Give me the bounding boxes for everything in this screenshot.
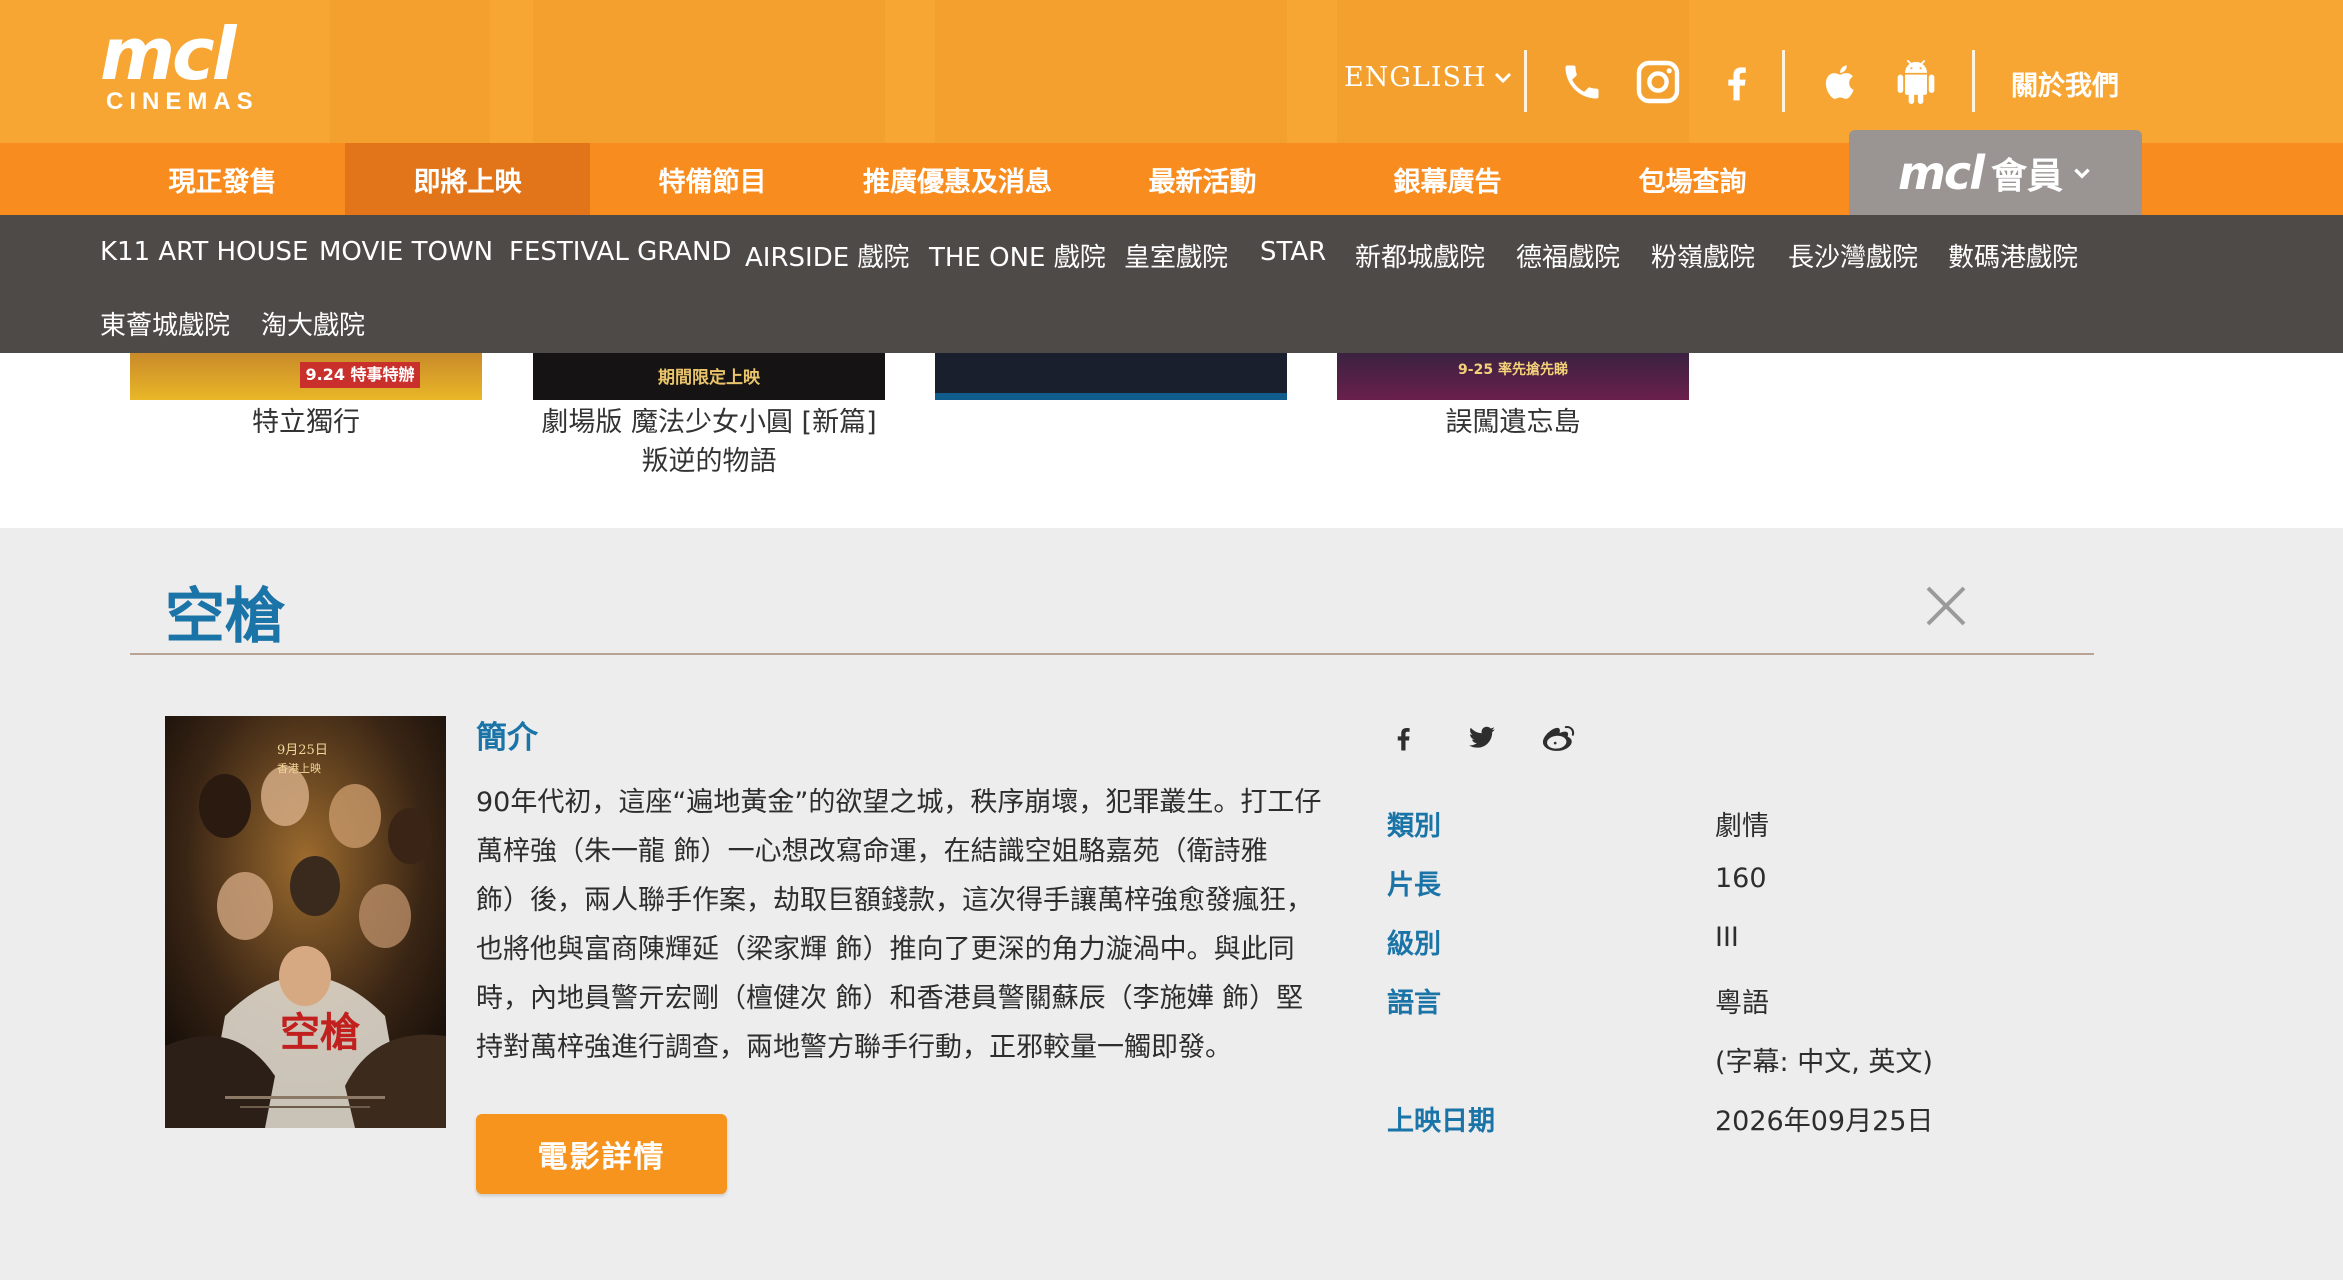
header-backdrop xyxy=(935,0,1287,143)
member-label: 會員 xyxy=(1990,155,2063,197)
member-menu-button[interactable]: mcl 會員 xyxy=(1849,130,2142,215)
rating-value: III xyxy=(1715,922,1739,953)
close-icon[interactable] xyxy=(1922,582,1970,630)
poster-place: 香港上映 xyxy=(277,762,321,775)
cinema-link[interactable]: 粉嶺戲院 xyxy=(1651,237,1755,274)
header-backdrop xyxy=(533,0,885,143)
nav-item-events[interactable]: 最新活動 xyxy=(1080,143,1325,215)
cinema-link[interactable]: THE ONE 戲院 xyxy=(929,237,1106,274)
facebook-icon[interactable] xyxy=(1712,58,1760,106)
poster-tag: 9-25 率先搶先睇 xyxy=(1458,362,1568,378)
nav-item-screen-ads[interactable]: 銀幕廣告 xyxy=(1325,143,1570,215)
synopsis-line: 也將他與富商陳輝延（梁家輝 飾）推向了更深的角力漩渦中。與此同 xyxy=(476,934,1295,965)
poster-date: 9月25日 xyxy=(277,743,328,758)
release-date-label: 上映日期 xyxy=(1387,1106,1495,1137)
synopsis-line: 90年代初，這座“遍地黃金”的欲望之城，秩序崩壞，犯罪叢生。打工仔 xyxy=(476,787,1322,818)
movie-title-link[interactable]: 特立獨行 xyxy=(130,403,482,443)
cinema-link[interactable]: 淘大戲院 xyxy=(261,305,365,342)
nav-item-now-selling[interactable]: 現正發售 xyxy=(100,143,345,215)
movie-poster[interactable]: 期間限定上映 xyxy=(533,353,885,400)
movie-title-link[interactable]: 叛逆的物語 xyxy=(508,442,910,482)
facebook-icon[interactable] xyxy=(1383,718,1423,758)
subtitles-value: (字幕: 中文, 英文) xyxy=(1715,1047,1933,1078)
cinema-list-bar: K11 ART HOUSE MOVIE TOWN FESTIVAL GRAND … xyxy=(0,215,2343,353)
nav-item-special-programs[interactable]: 特備節目 xyxy=(590,143,835,215)
twitter-icon[interactable] xyxy=(1462,718,1502,758)
android-icon[interactable] xyxy=(1892,58,1940,106)
genre-value: 劇情 xyxy=(1715,811,1769,842)
member-logo: mcl xyxy=(1898,145,1985,200)
nav-item-promotions[interactable]: 推廣優惠及消息 xyxy=(835,143,1080,215)
header-divider xyxy=(1524,50,1527,112)
movie-title-link[interactable]: 誤闖遺忘島 xyxy=(1337,403,1689,443)
cinema-link[interactable]: 數碼港戲院 xyxy=(1948,237,2078,274)
header-backdrop xyxy=(330,0,490,143)
synopsis-line: 飾）後，兩人聯手作案，劫取巨額錢款，這次得手讓萬梓強愈發瘋狂， xyxy=(476,885,1313,916)
cinema-link[interactable]: 長沙灣戲院 xyxy=(1788,237,1918,274)
duration-value: 160 xyxy=(1715,863,1767,894)
header-divider xyxy=(1972,50,1975,112)
title-divider xyxy=(130,653,2094,655)
about-us-link[interactable]: 關於我們 xyxy=(2011,64,2119,103)
genre-label: 類別 xyxy=(1387,811,1441,842)
synopsis-line: 萬梓強（朱一龍 飾）一心想改寫命運，在結識空姐駱嘉苑（衛詩雅 xyxy=(476,836,1268,867)
chevron-down-icon xyxy=(1494,72,1511,83)
duration-label: 片長 xyxy=(1387,870,1441,901)
logo-subtitle: CINEMAS xyxy=(106,88,259,115)
cinema-link[interactable]: 新都城戲院 xyxy=(1355,237,1485,274)
movie-detail-panel: 空槍 空槍 9月25日 香港上映 簡介 90年代初，這座“遍地黃金”的欲望之城，… xyxy=(0,528,2343,1280)
cinema-link[interactable]: 皇室戲院 xyxy=(1124,237,1228,274)
synopsis-line: 時，內地員警亓宏剛（檀健次 飾）和香港員警關蘇辰（李施嬅 飾）堅 xyxy=(476,983,1304,1014)
cinema-link[interactable]: 東薈城戲院 xyxy=(100,305,230,342)
cinema-link[interactable]: AIRSIDE 戲院 xyxy=(745,237,909,274)
apple-icon[interactable] xyxy=(1816,58,1864,106)
cinema-link[interactable]: FESTIVAL GRAND xyxy=(509,237,732,267)
weibo-icon[interactable] xyxy=(1540,718,1580,758)
cinema-link[interactable]: STAR xyxy=(1260,237,1326,267)
coming-soon-strip: 9.24 特事特辦 期間限定上映 9-25 率先搶先睇 特立獨行 劇場版 魔法少… xyxy=(0,353,2343,528)
header-divider xyxy=(1782,50,1785,112)
cinema-link[interactable]: MOVIE TOWN xyxy=(319,237,493,267)
poster-artwork: 空槍 9月25日 香港上映 xyxy=(165,716,446,1128)
rating-label: 級別 xyxy=(1387,929,1441,960)
synopsis-text: 90年代初，這座“遍地黃金”的欲望之城，秩序崩壞，犯罪叢生。打工仔 萬梓強（朱一… xyxy=(476,778,1334,1072)
nav-item-coming-soon[interactable]: 即將上映 xyxy=(345,143,590,215)
synopsis-heading: 簡介 xyxy=(476,720,538,756)
language-label: 語言 xyxy=(1387,988,1441,1019)
cinema-link[interactable]: 德福戲院 xyxy=(1516,237,1620,274)
phone-icon[interactable] xyxy=(1558,58,1606,106)
movie-title: 空槍 xyxy=(165,582,285,652)
instagram-icon[interactable] xyxy=(1634,58,1682,106)
mcl-logo[interactable]: mcl CINEMAS xyxy=(100,12,259,116)
logo-mark: mcl xyxy=(100,12,236,96)
movie-poster[interactable]: 9-25 率先搶先睇 xyxy=(1337,353,1689,400)
language-switch[interactable]: ENGLISH xyxy=(1344,62,1513,93)
poster-tag: 期間限定上映 xyxy=(658,368,760,388)
top-header: mcl CINEMAS ENGLISH 關於我們 xyxy=(0,0,2343,143)
synopsis-line: 持對萬梓強進行調查，兩地警方聯手行動，正邪較量一觸即發。 xyxy=(476,1032,1232,1063)
movie-poster[interactable] xyxy=(935,353,1287,400)
movie-poster: 空槍 9月25日 香港上映 xyxy=(165,716,446,1128)
movie-poster[interactable]: 9.24 特事特辦 xyxy=(130,353,482,400)
poster-title: 空槍 xyxy=(280,1009,361,1056)
language-label: ENGLISH xyxy=(1344,62,1487,93)
cinema-link[interactable]: K11 ART HOUSE xyxy=(100,237,308,267)
language-value: 粵語 xyxy=(1715,988,1769,1019)
nav-item-private-booking[interactable]: 包場查詢 xyxy=(1570,143,1815,215)
release-date-value: 2026年09月25日 xyxy=(1715,1106,1934,1137)
poster-tag: 9.24 特事特辦 xyxy=(300,362,420,388)
movie-details-button[interactable]: 電影詳情 xyxy=(476,1114,727,1194)
chevron-down-icon xyxy=(2074,168,2090,179)
movie-title-link[interactable]: 劇場版 魔法少女小圓 [新篇] xyxy=(508,403,910,443)
